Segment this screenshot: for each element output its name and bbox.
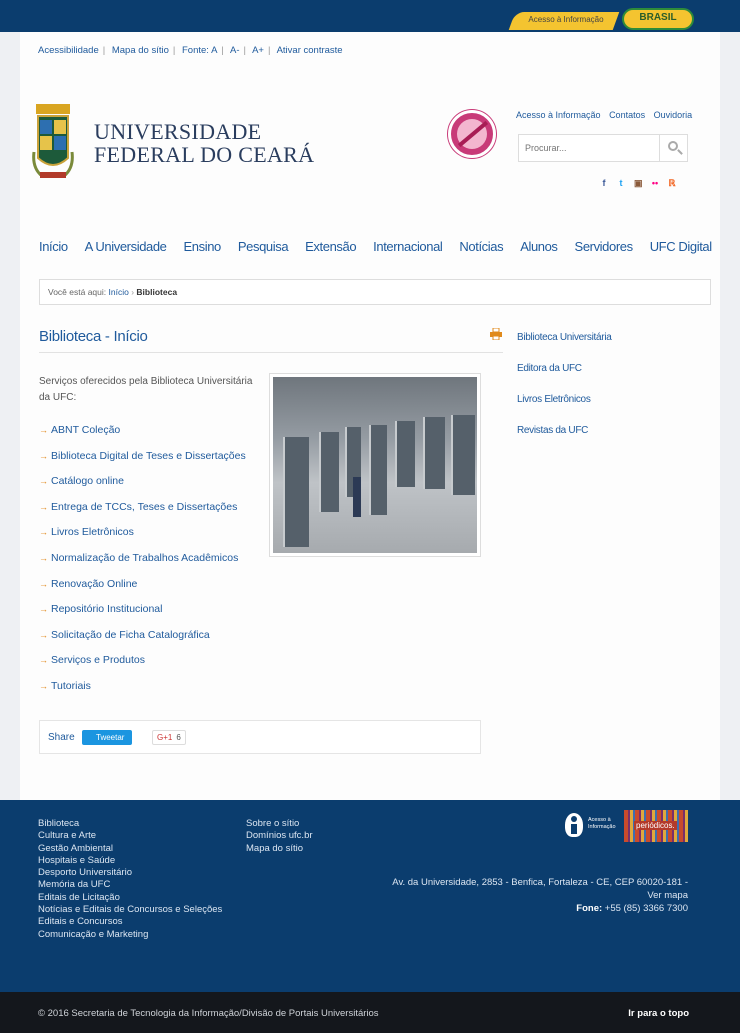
top-link-access-info[interactable]: Acesso à Informação xyxy=(516,110,601,120)
twitter-icon[interactable]: t xyxy=(617,178,625,189)
breadcrumb-prefix: Você está aqui: xyxy=(48,287,107,297)
copyright-text: © 2016 Secretaria de Tecnologia da Infor… xyxy=(38,1008,379,1019)
service-link[interactable]: → Entrega de TCCs, Teses e Dissertações xyxy=(39,501,246,527)
access-info-footer-label[interactable]: Acesso à Informação xyxy=(588,817,616,831)
map-link[interactable]: Ver mapa xyxy=(392,889,688,902)
service-link[interactable]: → Renovação Online xyxy=(39,578,246,604)
service-link[interactable]: → Solicitação de Ficha Catalográfica xyxy=(39,629,246,655)
access-info-icon[interactable] xyxy=(565,813,583,837)
ufc-crest-logo[interactable] xyxy=(32,102,74,186)
accessibility-bar: Acessibilidade | Mapa do sítio | Fonte: A |… xyxy=(38,45,343,56)
gplus-button[interactable]: G+1 6 xyxy=(152,730,186,745)
phone-number: +55 (85) 3366 7300 xyxy=(604,903,688,914)
nav-item-alunos[interactable]: Alunos xyxy=(520,239,558,254)
footer-link[interactable]: Editais de Licitação xyxy=(38,892,222,904)
campaign-seal-icon[interactable] xyxy=(448,110,496,158)
top-link-contacts[interactable]: Contatos xyxy=(609,110,645,120)
top-link-ombudsman[interactable]: Ouvidoria xyxy=(654,110,693,120)
phone-line: Fone: +55 (85) 3366 7300 xyxy=(392,902,688,915)
footer-link[interactable]: Domínios ufc.br xyxy=(246,830,313,842)
periodicos-logo[interactable]: periódicos. xyxy=(624,810,688,842)
library-photo xyxy=(270,374,480,556)
phone-label: Fone: xyxy=(576,903,603,914)
search-box xyxy=(518,134,688,162)
nav-item-ufc-digital[interactable]: UFC Digital xyxy=(650,239,712,254)
font-normal-button[interactable]: A xyxy=(211,45,217,56)
sidebar-links: Biblioteca Universitária Editora da UFC … xyxy=(517,332,612,456)
footer-link[interactable]: Cultura e Arte xyxy=(38,830,222,842)
font-decrease-button[interactable]: A- xyxy=(230,45,240,56)
footer-links-col2: Sobre o sítio Domínios ufc.br Mapa do sí… xyxy=(246,818,313,855)
footer-links-col1: Biblioteca Cultura e Arte Gestão Ambient… xyxy=(38,818,222,941)
tweet-button[interactable]: Tweetar xyxy=(82,730,132,745)
nav-item-noticias[interactable]: Notícias xyxy=(459,239,503,254)
footer-link[interactable]: Hospitais e Saúde xyxy=(38,855,222,867)
nav-item-extensao[interactable]: Extensão xyxy=(305,239,356,254)
service-link[interactable]: → Tutoriais xyxy=(39,680,246,706)
share-label: Share xyxy=(48,732,75,743)
top-links: Acesso à Informação Contatos Ouvidoria xyxy=(516,110,698,120)
back-to-top-link[interactable]: Ir para o topo xyxy=(628,1008,689,1019)
services-list: → ABNT Coleção → Biblioteca Digital de Tes… xyxy=(39,424,246,706)
breadcrumb-home-link[interactable]: Início xyxy=(109,287,129,297)
page-title: Biblioteca - Início xyxy=(39,328,148,345)
footer-link[interactable]: Biblioteca xyxy=(38,818,222,830)
address-text: Av. da Universidade, 2853 - Benfica, For… xyxy=(392,877,688,888)
service-link[interactable]: → Catálogo online xyxy=(39,475,246,501)
sidebar-item-revistas[interactable]: Revistas da UFC xyxy=(517,425,612,456)
footer-address: Av. da Universidade, 2853 - Benfica, For… xyxy=(392,876,688,915)
search-input[interactable] xyxy=(519,135,654,161)
footer-link[interactable]: Memória da UFC xyxy=(38,879,222,891)
nav-item-internacional[interactable]: Internacional xyxy=(373,239,443,254)
university-name[interactable]: UNIVERSIDADE FEDERAL DO CEARÁ xyxy=(94,120,314,166)
contrast-toggle[interactable]: Ativar contraste xyxy=(277,45,343,56)
nav-item-pesquisa[interactable]: Pesquisa xyxy=(238,239,289,254)
access-info-label[interactable]: Acesso à Informação xyxy=(516,15,616,24)
service-link[interactable]: → Repositório Institucional xyxy=(39,603,246,629)
footer-link[interactable]: Desporto Universitário xyxy=(38,867,222,879)
print-icon[interactable] xyxy=(490,328,502,340)
sidebar-item-livros[interactable]: Livros Eletrônicos xyxy=(517,394,612,425)
service-link[interactable]: → Normalização de Trabalhos Acadêmicos xyxy=(39,552,246,578)
university-name-line2: FEDERAL DO CEARÁ xyxy=(94,142,315,167)
page-container: Acessibilidade | Mapa do sítio | Fonte: A |… xyxy=(20,32,720,802)
university-name-line1: UNIVERSIDADE xyxy=(94,119,262,144)
intro-text: Serviços oferecidos pela Biblioteca Univ… xyxy=(39,376,253,403)
brasil-label[interactable]: BRASIL xyxy=(622,12,694,23)
social-icons: f t ▣ •• ℝ xyxy=(600,178,676,189)
instagram-icon[interactable]: ▣ xyxy=(634,178,643,189)
footer-link[interactable]: Notícias e Editais de Concursos e Seleçõ… xyxy=(38,904,222,916)
service-link[interactable]: → Serviços e Produtos xyxy=(39,654,246,680)
footer-link[interactable]: Editais e Concursos xyxy=(38,916,222,928)
nav-item-servidores[interactable]: Servidores xyxy=(575,239,634,254)
share-bar: Share Tweetar G+1 6 xyxy=(39,720,481,754)
footer-link[interactable]: Gestão Ambiental xyxy=(38,843,222,855)
rss-icon[interactable]: ℝ xyxy=(668,178,676,189)
footer: Biblioteca Cultura e Arte Gestão Ambient… xyxy=(0,800,740,992)
font-label: Fonte: xyxy=(182,45,209,56)
flickr-icon[interactable]: •• xyxy=(651,178,659,189)
font-increase-button[interactable]: A+ xyxy=(252,45,264,56)
service-link[interactable]: → ABNT Coleção xyxy=(39,424,246,450)
footer-link[interactable]: Comunicação e Marketing xyxy=(38,929,222,941)
service-link[interactable]: → Biblioteca Digital de Teses e Dissertaç… xyxy=(39,450,246,476)
breadcrumb-current: Biblioteca xyxy=(136,287,178,297)
search-icon[interactable] xyxy=(659,135,687,161)
facebook-icon[interactable]: f xyxy=(600,178,608,189)
site-map-link[interactable]: Mapa do sítio xyxy=(112,45,169,56)
footer-link[interactable]: Mapa do sítio xyxy=(246,843,313,855)
breadcrumb: Você está aqui: Início › Biblioteca xyxy=(39,279,711,305)
sidebar-item-editora[interactable]: Editora da UFC xyxy=(517,363,612,394)
title-divider xyxy=(39,352,503,353)
bottom-bar: © 2016 Secretaria de Tecnologia da Infor… xyxy=(0,992,740,1033)
nav-item-inicio[interactable]: Início xyxy=(39,239,68,254)
nav-item-ensino[interactable]: Ensino xyxy=(184,239,222,254)
gov-bar: Acesso à Informação BRASIL xyxy=(0,0,740,32)
main-nav: Início A Universidade Ensino Pesquisa Ex… xyxy=(39,239,729,254)
service-link[interactable]: → Livros Eletrônicos xyxy=(39,526,246,552)
nav-item-universidade[interactable]: A Universidade xyxy=(85,239,167,254)
accessibility-link[interactable]: Acessibilidade xyxy=(38,45,99,56)
sidebar-item-biblioteca[interactable]: Biblioteca Universitária xyxy=(517,332,612,363)
footer-link[interactable]: Sobre o sítio xyxy=(246,818,313,830)
